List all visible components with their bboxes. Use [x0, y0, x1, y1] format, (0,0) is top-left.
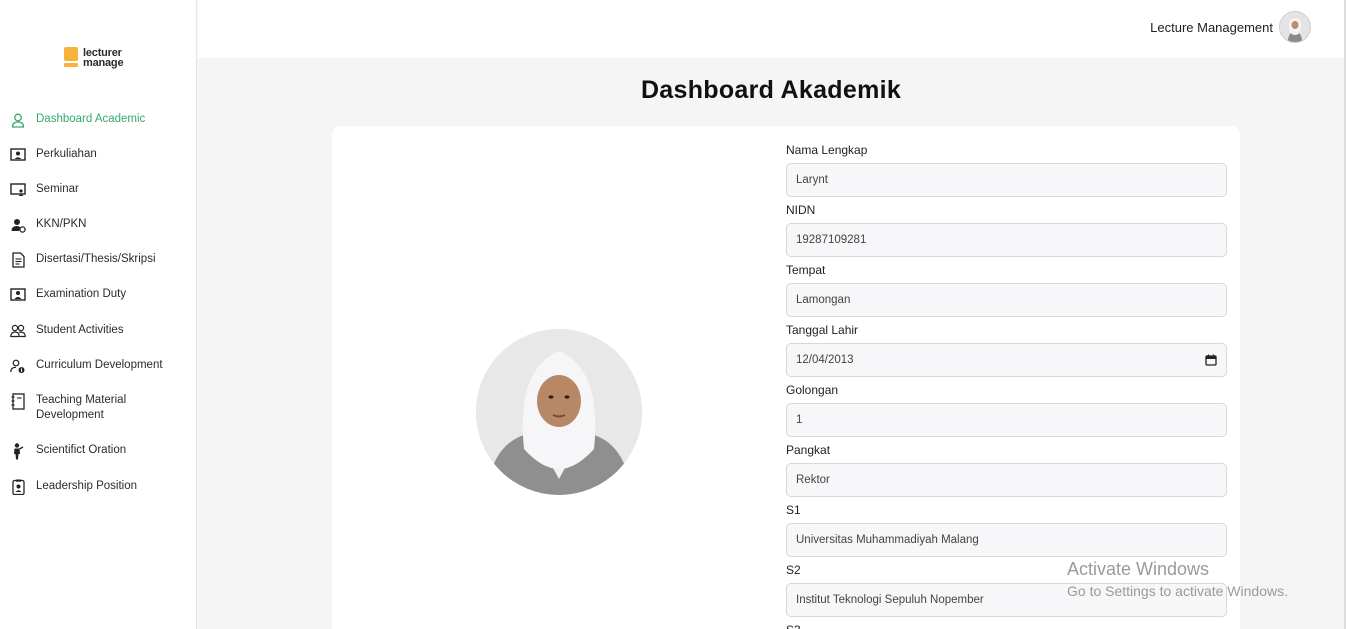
user-menu[interactable]: Lecture Management: [1150, 11, 1311, 43]
field-label-golongan: Golongan: [786, 383, 839, 397]
sidebar-item-perkuliahan[interactable]: Perkuliahan: [0, 147, 197, 163]
top-bar: Lecture Management: [198, 0, 1344, 58]
sidebar-item-curriculum-development[interactable]: Curriculum Development: [0, 358, 197, 374]
sidebar-item-label: KKN/PKN: [36, 218, 87, 230]
user-gear-icon: [10, 217, 26, 233]
field-label-nidn: NIDN: [786, 203, 816, 217]
presentation-icon: [10, 147, 26, 163]
document-icon: [10, 252, 26, 268]
logo-text: lecturer manage: [83, 48, 124, 69]
s2-value: Institut Teknologi Sepuluh Nopember: [796, 594, 984, 606]
profile-form: Nama Lengkap Larynt NIDN 19287109281 Tem…: [786, 143, 1227, 629]
s1-field[interactable]: Universitas Muhammadiyah Malang: [786, 523, 1227, 557]
field-label-s1: S1: [786, 503, 801, 517]
tempat-value: Lamongan: [796, 294, 851, 306]
logo-mark-icon: [64, 47, 78, 69]
field-label-pangkat: Pangkat: [786, 443, 831, 457]
sidebar-item-label: Teaching Material Development: [36, 394, 127, 421]
sidebar-item-label: Disertasi/Thesis/Skripsi: [36, 253, 156, 265]
sidebar-item-dashboard-academic[interactable]: Dashboard Academic: [0, 112, 197, 128]
sidebar-item-leadership-position[interactable]: Leadership Position: [0, 479, 197, 495]
calendar-icon[interactable]: [1205, 354, 1217, 366]
sidebar-item-teaching-material-development[interactable]: Teaching Material Development: [0, 392, 197, 423]
user-icon: [10, 112, 26, 128]
tempat-field[interactable]: Lamongan: [786, 283, 1227, 317]
sidebar-item-label: Student Activities: [36, 324, 124, 336]
pangkat-value: Rektor: [796, 474, 830, 486]
monitor-user-icon: [10, 182, 26, 198]
speaker-icon: [10, 442, 26, 459]
sidebar-item-examination-duty[interactable]: Examination Duty: [0, 287, 197, 303]
field-label-tempat: Tempat: [786, 263, 826, 277]
user-info-icon: [10, 358, 26, 374]
sidebar: lecturer manage Dashboard Academic Perku…: [0, 0, 197, 629]
sidebar-item-label: Dashboard Academic: [36, 113, 146, 125]
sidebar-item-label: Leadership Position: [36, 480, 138, 492]
sidebar-item-kkn-pkn[interactable]: KKN/PKN: [0, 217, 197, 233]
nidn-field[interactable]: 19287109281: [786, 223, 1227, 257]
sidebar-item-student-activities[interactable]: Student Activities: [0, 323, 197, 339]
sidebar-item-label: Scientifict Oration: [36, 444, 127, 456]
field-label-tanggal-lahir: Tanggal Lahir: [786, 323, 859, 337]
profile-photo: [476, 329, 642, 495]
nama-lengkap-value: Larynt: [796, 174, 828, 186]
tanggal-lahir-field[interactable]: 12/04/2013: [786, 343, 1227, 377]
profile-card: Nama Lengkap Larynt NIDN 19287109281 Tem…: [332, 126, 1240, 629]
avatar[interactable]: [1279, 11, 1311, 43]
users-icon: [10, 323, 26, 339]
app-logo[interactable]: lecturer manage: [64, 47, 124, 69]
sidebar-item-disertasi[interactable]: Disertasi/Thesis/Skripsi: [0, 252, 197, 268]
sidebar-item-scientifict-oration[interactable]: Scientifict Oration: [0, 442, 197, 459]
nama-lengkap-field[interactable]: Larynt: [786, 163, 1227, 197]
golongan-value: 1: [796, 414, 803, 426]
badge-icon: [10, 479, 26, 495]
logo-line-2: manage: [83, 57, 124, 69]
field-label-s3: S3: [786, 623, 1227, 629]
sidebar-item-label: Examination Duty: [36, 288, 127, 300]
id-card-icon: [10, 287, 26, 303]
user-name: Lecture Management: [1150, 19, 1273, 35]
field-label-s2: S2: [786, 563, 801, 577]
page-title: Dashboard Akademik: [640, 76, 902, 104]
sidebar-item-seminar[interactable]: Seminar: [0, 182, 197, 198]
sidebar-item-label: Curriculum Development: [36, 359, 163, 371]
sidebar-item-label: Seminar: [36, 183, 79, 195]
nidn-value: 19287109281: [796, 234, 867, 246]
golongan-field[interactable]: 1: [786, 403, 1227, 437]
s2-field[interactable]: Institut Teknologi Sepuluh Nopember: [786, 583, 1227, 617]
s1-value: Universitas Muhammadiyah Malang: [796, 534, 979, 546]
field-label-nama-lengkap: Nama Lengkap: [786, 143, 868, 157]
sidebar-item-label: Perkuliahan: [36, 148, 97, 160]
pangkat-field[interactable]: Rektor: [786, 463, 1227, 497]
tanggal-lahir-value: 12/04/2013: [796, 354, 854, 366]
notebook-icon: [10, 392, 26, 410]
